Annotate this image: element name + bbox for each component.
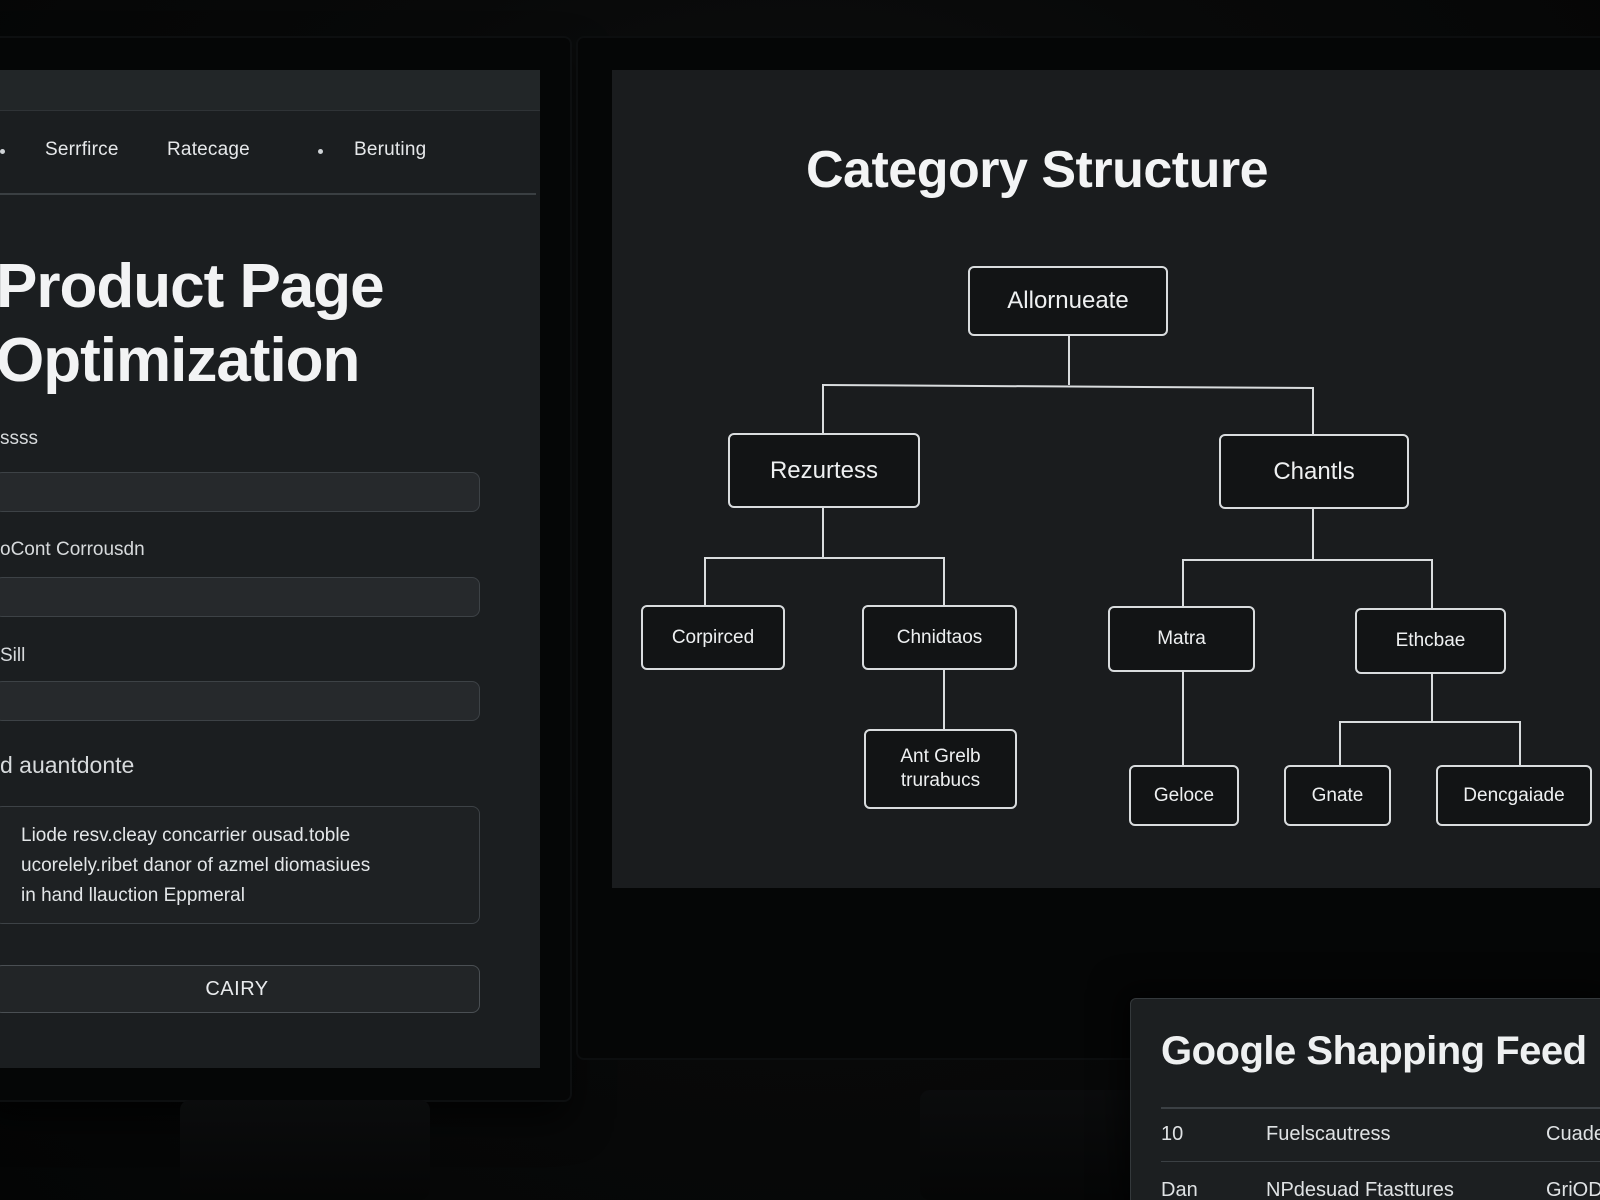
nav-item-2[interactable]: Ratecage [167,139,250,161]
tree-node-geloce[interactable]: Geloce [1129,765,1239,826]
text-field-3[interactable] [0,681,480,721]
tree-node-chnidtaos[interactable]: Chnidtaos [862,605,1017,670]
page-title: Product Page Optimization [0,250,385,398]
description-line-2: ucorelely.ribet danor of azmel diomasiue… [21,855,371,876]
text-field-2[interactable] [0,577,480,617]
tree-node-ant-grelb-line-1: Ant Grelb [900,746,981,767]
tree-node-ant-grelb[interactable]: Ant Grelb trurabucs [864,729,1017,809]
description-line-3: in hand llauction Eppmeral [21,885,245,906]
table-cell: 10 [1161,1123,1184,1145]
submit-button[interactable]: CAIRY [0,965,480,1013]
description-label: d auantdonte [0,752,135,778]
table-cell: Fuelscautress [1266,1123,1391,1145]
shopping-feed-panel: Google Shapping Feed 10 Fuelscautress Cu… [1130,998,1600,1200]
table-cell: Dan [1161,1179,1198,1200]
tree-node-gnate[interactable]: Gnate [1284,765,1391,826]
tree-node-chantls[interactable]: Chantls [1219,434,1409,509]
nav-item-1[interactable]: Serrfirce [45,139,119,161]
description-line-1: Liode resv.cleay concarrier ousad.toble [21,825,351,846]
table-row[interactable]: Dan NPdesuad Ftasttures GriOD [1161,1167,1600,1200]
tree-node-corpirced[interactable]: Corpirced [641,605,785,670]
table-cell: GriOD [1546,1179,1600,1200]
page-title-line-2: Optimization [0,326,360,395]
tree-node-dencgaiade[interactable]: Dencgaiade [1436,765,1592,826]
table-cell: NPdesuad Ftasttures [1266,1179,1454,1200]
category-structure-title: Category Structure [806,141,1269,199]
desktop-scene: Serrfirce Ratecage Beruting Product Page… [0,0,1600,1200]
tree-node-ethcbae[interactable]: Ethcbae [1355,608,1506,674]
tree-node-rezurtess[interactable]: Rezurtess [728,433,920,508]
divider [1161,1107,1600,1109]
field-label-3: Sill [0,645,26,666]
tree-node-matra[interactable]: Matra [1108,606,1255,672]
tree-node-root[interactable]: Allornueate [968,266,1168,336]
text-field-1[interactable] [0,472,480,512]
window-top-bar [0,70,540,111]
nav-item-3[interactable]: Beruting [354,139,426,161]
top-nav: Serrfirce Ratecage Beruting [0,111,536,195]
table-cell: Cuade [1546,1123,1600,1145]
product-page-optimization-screen: Serrfirce Ratecage Beruting Product Page… [0,70,540,1068]
right-monitor-stand [920,1090,1160,1200]
left-monitor-stand [180,1100,430,1200]
table-row[interactable]: 10 Fuelscautress Cuade [1161,1111,1600,1162]
shopping-feed-title: Google Shapping Feed [1161,1029,1587,1073]
field-label-2: oCont Corrousdn [0,539,145,560]
nav-bullet-icon [318,149,323,154]
page-title-line-1: Product Page [0,252,385,321]
nav-bullet-icon [0,149,5,154]
tree-node-ant-grelb-line-2: trurabucs [900,770,981,791]
field-label-1: ssss [0,428,38,449]
description-textarea[interactable]: Liode resv.cleay concarrier ousad.toble … [0,806,480,924]
